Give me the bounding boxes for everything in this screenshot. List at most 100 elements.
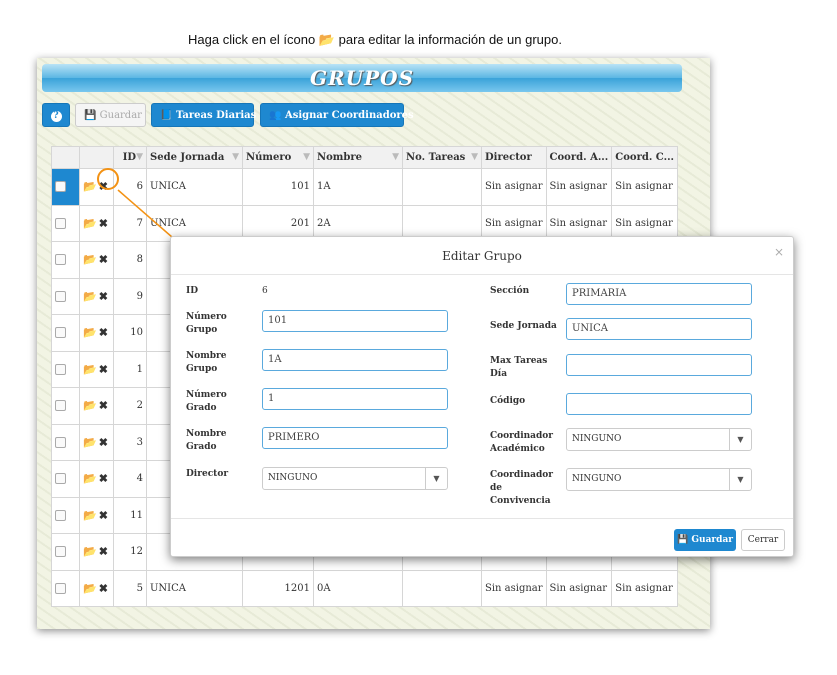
folder-open-icon[interactable]: 📂 [83, 180, 97, 193]
coord-academico-label: Coordinador Académico [490, 431, 554, 454]
numero-grupo-label: Número Grupo [186, 312, 227, 335]
column-header-director[interactable]: Director [481, 146, 547, 169]
actions-cell: 📂 ✖ [79, 204, 114, 242]
numero-grado-input[interactable]: 1 [262, 388, 448, 410]
actions-cell: 📂 ✖ [79, 496, 114, 534]
filter-icon: ▼ [232, 152, 239, 162]
modal-footer: 💾 Guardar Cerrar [171, 518, 793, 557]
delete-icon[interactable]: ✖ [99, 290, 108, 303]
row-checkbox[interactable] [55, 217, 66, 229]
seccion-label: Sección [490, 286, 530, 296]
actions-cell: 📂 ✖ [79, 314, 114, 352]
column-header-coord-c[interactable]: Coord. C... [611, 146, 679, 169]
close-icon[interactable]: × [774, 245, 784, 259]
folder-open-icon[interactable]: 📂 [83, 363, 97, 376]
folder-open-icon: 📂 [318, 32, 336, 47]
tareas-label: Tareas Diarias [175, 110, 257, 121]
column-header-numero[interactable]: Número ▼ [242, 146, 314, 169]
delete-icon[interactable]: ✖ [99, 217, 108, 230]
cell-coord-a: Sin asignar [545, 168, 613, 206]
modal-save-button[interactable]: 💾 Guardar [674, 529, 736, 551]
coord-academico-select[interactable]: NINGUNO ▼ [566, 428, 752, 451]
folder-open-icon[interactable]: 📂 [83, 436, 97, 449]
highlight-ring [97, 168, 119, 190]
director-select[interactable]: NINGUNO ▼ [262, 467, 448, 490]
help-button[interactable]: ? [42, 103, 70, 127]
select-cell [51, 569, 80, 607]
cell-id: 9 [113, 277, 147, 315]
director-label: Director [186, 469, 229, 479]
select-cell [51, 496, 80, 534]
numero-grupo-input[interactable]: 101 [262, 310, 448, 332]
users-icon: 👥 [269, 110, 282, 121]
help-icon: ? [50, 111, 62, 122]
row-checkbox[interactable] [55, 327, 66, 339]
cell-nombre: 1A [313, 168, 403, 206]
max-tareas-input[interactable] [566, 354, 752, 376]
cell-director: Sin asignar [481, 569, 547, 607]
delete-icon[interactable]: ✖ [99, 545, 108, 558]
delete-icon[interactable]: ✖ [99, 509, 108, 522]
delete-icon[interactable]: ✖ [99, 472, 108, 485]
folder-open-icon[interactable]: 📂 [83, 472, 97, 485]
seccion-input[interactable]: PRIMARIA [566, 283, 752, 305]
column-header-sede[interactable]: Sede Jornada ▼ [146, 146, 243, 169]
delete-icon[interactable]: ✖ [99, 326, 108, 339]
row-checkbox[interactable] [55, 400, 66, 412]
delete-icon[interactable]: ✖ [99, 363, 108, 376]
cell-director: Sin asignar [481, 168, 547, 206]
cell-tareas [402, 168, 482, 206]
numero-grado-label: Número Grado [186, 390, 227, 413]
row-checkbox[interactable] [55, 290, 66, 302]
folder-open-icon[interactable]: 📂 [83, 253, 97, 266]
table-row[interactable]: 📂 ✖ 5 UNICA 1201 0A Sin asignar Sin asignar Sin … [51, 569, 679, 607]
coord-convivencia-value: NINGUNO [572, 474, 622, 484]
folder-open-icon[interactable]: 📂 [83, 582, 97, 595]
nombre-grupo-input[interactable]: 1A [262, 349, 448, 371]
folder-open-icon[interactable]: 📂 [83, 217, 97, 230]
save-icon: 💾 [84, 110, 97, 121]
tareas-diarias-button[interactable]: 📘 Tareas Diarias [151, 103, 257, 127]
folder-open-icon[interactable]: 📂 [83, 509, 97, 522]
folder-open-icon[interactable]: 📂 [83, 399, 97, 412]
table-row[interactable]: 📂 ✖ 6 UNICA 101 1A Sin asignar Sin asignar Sin a… [51, 168, 679, 206]
delete-icon[interactable]: ✖ [99, 436, 108, 449]
asignar-coordinadores-button[interactable]: 👥 Asignar Coordinadores [260, 103, 414, 127]
select-cell [51, 277, 80, 315]
row-checkbox[interactable] [55, 363, 66, 375]
select-cell [51, 387, 80, 425]
sede-jornada-label: Sede Jornada [490, 321, 557, 331]
cell-sede: UNICA [146, 168, 243, 206]
row-checkbox[interactable] [55, 473, 66, 485]
cell-coord-c: Sin asignar [611, 569, 679, 607]
nombre-grado-input[interactable]: PRIMERO [262, 427, 448, 449]
column-header-coord-a[interactable]: Coord. A... [545, 146, 613, 169]
folder-open-icon[interactable]: 📂 [83, 290, 97, 303]
column-header-tareas[interactable]: No. Tareas ▼ [402, 146, 482, 169]
folder-open-icon[interactable]: 📂 [83, 545, 97, 558]
codigo-input[interactable] [566, 393, 752, 415]
actions-cell: 📂 ✖ [79, 277, 114, 315]
select-cell [51, 533, 80, 571]
cell-numero: 101 [242, 168, 314, 206]
row-checkbox[interactable] [55, 436, 66, 448]
modal-close-button[interactable]: Cerrar [741, 529, 785, 551]
delete-icon[interactable]: ✖ [99, 582, 108, 595]
row-checkbox[interactable] [55, 582, 66, 594]
folder-open-icon[interactable]: 📂 [83, 326, 97, 339]
director-value: NINGUNO [268, 473, 318, 483]
column-header-id[interactable]: ID ▼ [113, 146, 147, 169]
cell-coord-a: Sin asignar [545, 569, 613, 607]
codigo-label: Código [490, 396, 526, 406]
row-checkbox[interactable] [55, 509, 66, 521]
coord-convivencia-select[interactable]: NINGUNO ▼ [566, 468, 752, 491]
row-checkbox[interactable] [55, 546, 66, 558]
column-header-nombre[interactable]: Nombre ▼ [313, 146, 403, 169]
row-checkbox[interactable] [55, 254, 66, 266]
row-checkbox[interactable] [55, 181, 66, 193]
sede-jornada-input[interactable]: UNICA [566, 318, 752, 340]
delete-icon[interactable]: ✖ [99, 253, 108, 266]
instruction-before: Haga click en el ícono [188, 32, 316, 47]
delete-icon[interactable]: ✖ [99, 399, 108, 412]
save-button[interactable]: 💾 Guardar [75, 103, 146, 127]
